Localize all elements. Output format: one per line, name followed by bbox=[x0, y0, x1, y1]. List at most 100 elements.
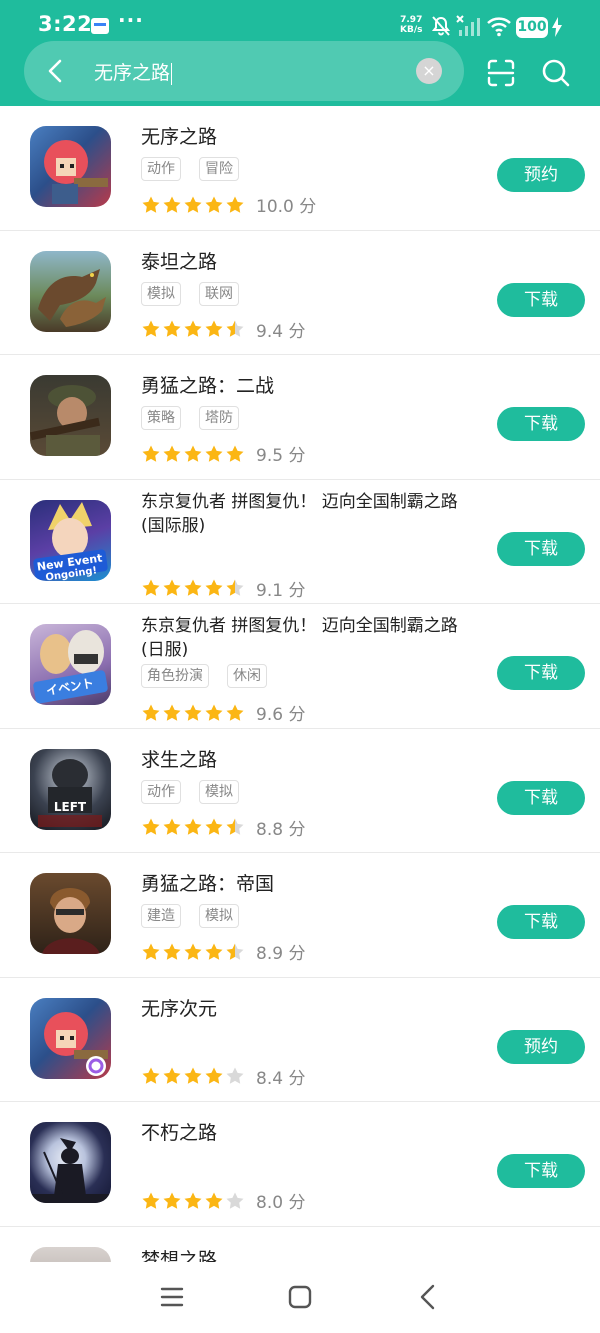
app-icon-勇猛之路帝国[interactable] bbox=[30, 873, 111, 954]
clear-icon[interactable]: × bbox=[416, 58, 442, 84]
star-full-icon bbox=[142, 196, 160, 213]
tag: 联网 bbox=[199, 281, 239, 306]
app-icon-勇猛之路二战[interactable] bbox=[30, 375, 111, 456]
app-icon-求生之路[interactable]: LEFT bbox=[30, 748, 111, 830]
download-button[interactable]: 下载 bbox=[497, 1154, 585, 1188]
app-name: 勇猛之路：帝国 bbox=[141, 873, 275, 895]
star-full-icon bbox=[142, 943, 160, 960]
star-full-icon bbox=[205, 818, 223, 835]
app-tags: 建造 模拟 bbox=[141, 904, 239, 928]
more-notifications-icon: ··· bbox=[118, 8, 144, 32]
search-results-list: 无序之路 动作 冒险 10.0 分 预约 泰坦之路 模拟 联网 9.4 分 下载 bbox=[0, 106, 600, 1333]
search-icon[interactable] bbox=[541, 58, 571, 88]
rating: 9.4 分 bbox=[141, 317, 305, 342]
star-half-icon bbox=[226, 943, 244, 960]
star-full-icon bbox=[205, 704, 223, 721]
list-item[interactable]: New Event Ongoing! 东京复仇者 拼图复仇！ 迈向全国制霸之路 … bbox=[0, 480, 600, 604]
app-name-line2: (国际服) bbox=[141, 515, 206, 536]
list-item[interactable]: 勇猛之路：二战 策略 塔防 9.5 分 下载 bbox=[0, 355, 600, 480]
star-full-icon bbox=[226, 445, 244, 462]
rating-score: 8.8 分 bbox=[256, 819, 306, 840]
star-full-icon bbox=[163, 1192, 181, 1209]
warrior-image bbox=[42, 888, 100, 954]
star-full-icon bbox=[163, 320, 181, 337]
star-full-icon bbox=[205, 579, 223, 596]
list-item[interactable]: 泰坦之路 模拟 联网 9.4 分 下载 bbox=[0, 231, 600, 355]
charging-icon bbox=[552, 17, 562, 37]
download-button[interactable]: 下载 bbox=[497, 905, 585, 939]
rating: 8.8 分 bbox=[141, 815, 305, 840]
app-name: 东京复仇者 拼图复仇！ 迈向全国制霸之路 (日服) bbox=[141, 614, 458, 662]
star-half-icon bbox=[226, 818, 244, 835]
scan-icon[interactable] bbox=[486, 58, 516, 88]
list-item[interactable]: 勇猛之路：帝国 建造 模拟 8.9 分 下载 bbox=[0, 853, 600, 978]
star-full-icon bbox=[163, 943, 181, 960]
network-speed-unit: KB/s bbox=[400, 25, 423, 35]
search-input[interactable]: 无序之路 bbox=[94, 58, 173, 85]
anime-character-image: イベント bbox=[33, 630, 108, 704]
star-full-icon bbox=[142, 1192, 160, 1209]
tag: 模拟 bbox=[199, 904, 239, 928]
app-icon-泰坦之路[interactable] bbox=[30, 250, 111, 332]
star-full-icon bbox=[142, 579, 160, 596]
reserve-button[interactable]: 预约 bbox=[497, 158, 585, 192]
star-full-icon bbox=[205, 196, 223, 213]
app-icon-不朽之路[interactable] bbox=[30, 1122, 111, 1203]
app-name: 求生之路 bbox=[141, 748, 218, 771]
app-icon-无序次元[interactable] bbox=[30, 997, 111, 1079]
app-icon-东京复仇者-日服[interactable]: イベント bbox=[30, 624, 111, 705]
tag: 休闲 bbox=[227, 664, 267, 688]
list-item[interactable]: 无序次元 8.4 分 预约 bbox=[0, 978, 600, 1102]
dinosaur-image bbox=[38, 268, 106, 327]
app-name: 勇猛之路：二战 bbox=[141, 375, 275, 397]
search-bar[interactable]: 无序之路 × bbox=[24, 41, 464, 101]
app-name: 无序次元 bbox=[141, 997, 218, 1020]
star-full-icon bbox=[184, 320, 202, 337]
mute-bell-icon bbox=[431, 16, 451, 36]
download-button[interactable]: 下载 bbox=[497, 656, 585, 690]
pixel-character-image bbox=[44, 140, 108, 204]
list-item[interactable]: 不朽之路 8.0 分 下载 bbox=[0, 1102, 600, 1227]
star-full-icon bbox=[163, 579, 181, 596]
reserve-button[interactable]: 预约 bbox=[497, 1029, 585, 1064]
app-icon-东京复仇者-国际服[interactable]: New Event Ongoing! bbox=[30, 499, 111, 581]
app-tags: 角色扮演 休闲 bbox=[141, 664, 267, 688]
download-button[interactable]: 下载 bbox=[497, 531, 585, 566]
download-button[interactable]: 下载 bbox=[497, 780, 585, 815]
system-nav-bar bbox=[0, 1262, 600, 1333]
svg-text:LEFT: LEFT bbox=[54, 800, 87, 814]
back-icon[interactable] bbox=[418, 1284, 438, 1310]
star-full-icon bbox=[184, 818, 202, 835]
star-full-icon bbox=[205, 943, 223, 960]
download-button[interactable]: 下载 bbox=[497, 407, 585, 441]
star-full-icon bbox=[142, 320, 160, 337]
star-full-icon bbox=[184, 445, 202, 462]
download-button[interactable]: 下载 bbox=[497, 282, 585, 317]
top-bar: 3:22 ··· 7.97 KB/s 100 无序之路 × bbox=[0, 0, 600, 106]
notification-app-icon bbox=[91, 18, 109, 34]
tag: 模拟 bbox=[199, 779, 239, 804]
list-item[interactable]: LEFT 求生之路 动作 模拟 8.8 分 下载 bbox=[0, 729, 600, 853]
star-full-icon bbox=[205, 320, 223, 337]
list-item[interactable]: 无序之路 动作 冒险 10.0 分 预约 bbox=[0, 106, 600, 231]
rating: 9.1 分 bbox=[141, 576, 305, 601]
rating-score: 10.0 分 bbox=[256, 197, 317, 217]
rating: 8.0 分 bbox=[141, 1188, 305, 1213]
list-item[interactable]: イベント 东京复仇者 拼图复仇！ 迈向全国制霸之路 (日服) 角色扮演 休闲 9… bbox=[0, 604, 600, 729]
tag: 塔防 bbox=[199, 406, 239, 430]
app-icon-无序之路[interactable] bbox=[30, 126, 111, 207]
network-speed: 7.97 KB/s bbox=[400, 15, 422, 35]
status-time: 3:22 bbox=[38, 12, 93, 36]
home-icon[interactable] bbox=[288, 1285, 312, 1309]
star-full-icon bbox=[184, 943, 202, 960]
star-full-icon bbox=[205, 1192, 223, 1209]
star-empty-icon bbox=[226, 1192, 244, 1209]
star-full-icon bbox=[163, 704, 181, 721]
app-tags: 策略 塔防 bbox=[141, 406, 239, 430]
menu-icon[interactable] bbox=[160, 1286, 184, 1308]
tag: 动作 bbox=[141, 779, 181, 804]
survivor-image: LEFT bbox=[38, 758, 102, 827]
tag: 冒险 bbox=[199, 157, 239, 181]
chevron-left-icon[interactable] bbox=[42, 57, 70, 85]
rating-score: 9.5 分 bbox=[256, 446, 306, 466]
